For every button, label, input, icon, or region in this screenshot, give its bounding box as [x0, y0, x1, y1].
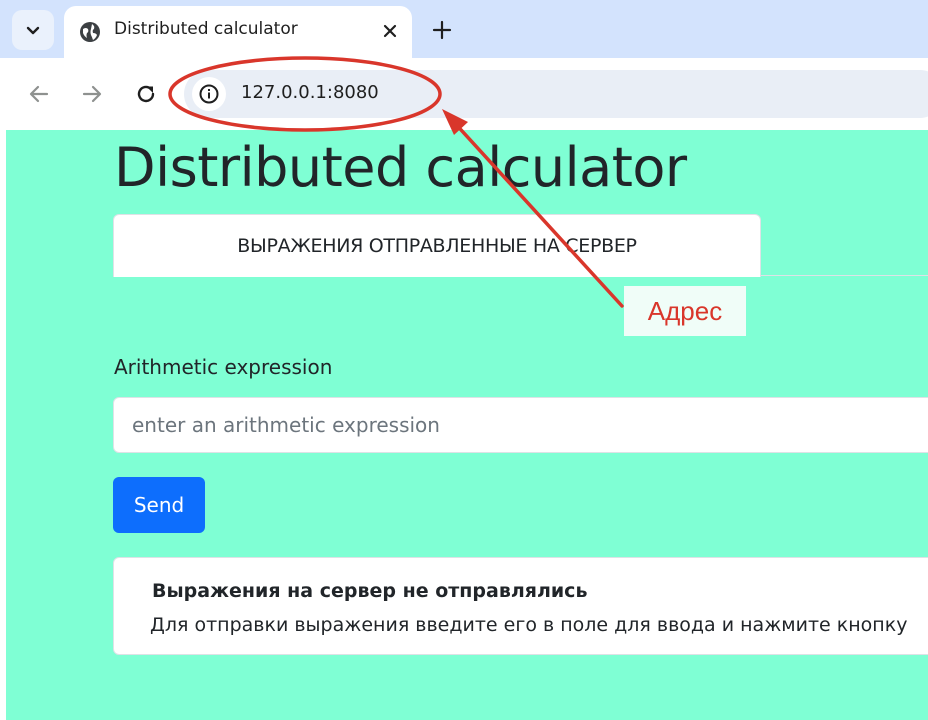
plus-icon[interactable]: [430, 18, 454, 42]
expression-label: Arithmetic expression: [114, 355, 333, 379]
page-content: Distributed calculator ВЫРАЖЕНИЯ ОТПРАВЛ…: [6, 130, 928, 720]
card-text: Для отправки выражения введите его в пол…: [150, 614, 908, 636]
expression-input[interactable]: [113, 397, 928, 453]
chevron-down-icon: [26, 26, 40, 35]
browser-toolbar: 127.0.0.1:8080: [0, 58, 928, 130]
tab-search-button[interactable]: [12, 10, 54, 50]
browser-tabstrip: Distributed calculator: [0, 0, 928, 64]
close-icon[interactable]: [380, 21, 400, 41]
site-info-button[interactable]: [192, 77, 226, 111]
info-icon: [199, 84, 219, 104]
page-title: Distributed calculator: [114, 136, 687, 199]
annotation-label: Адрес: [624, 286, 746, 336]
url-text[interactable]: 127.0.0.1:8080: [241, 82, 379, 103]
globe-icon: [80, 22, 100, 42]
nav-tabs-border: [760, 275, 928, 276]
send-button[interactable]: Send: [113, 477, 205, 533]
arrow-right-icon[interactable]: [79, 81, 105, 107]
reload-icon[interactable]: [133, 81, 159, 107]
card-title: Выражения на сервер не отправлялись: [152, 580, 588, 602]
arrow-left-icon[interactable]: [26, 81, 52, 107]
status-card: Выражения на сервер не отправлялись Для …: [113, 557, 928, 655]
tab-title: Distributed calculator: [114, 19, 298, 39]
tab-sent-expressions[interactable]: ВЫРАЖЕНИЯ ОТПРАВЛЕННЫЕ НА СЕРВЕР: [113, 214, 761, 277]
address-bar[interactable]: 127.0.0.1:8080: [184, 70, 928, 118]
browser-tab[interactable]: Distributed calculator: [64, 6, 412, 64]
